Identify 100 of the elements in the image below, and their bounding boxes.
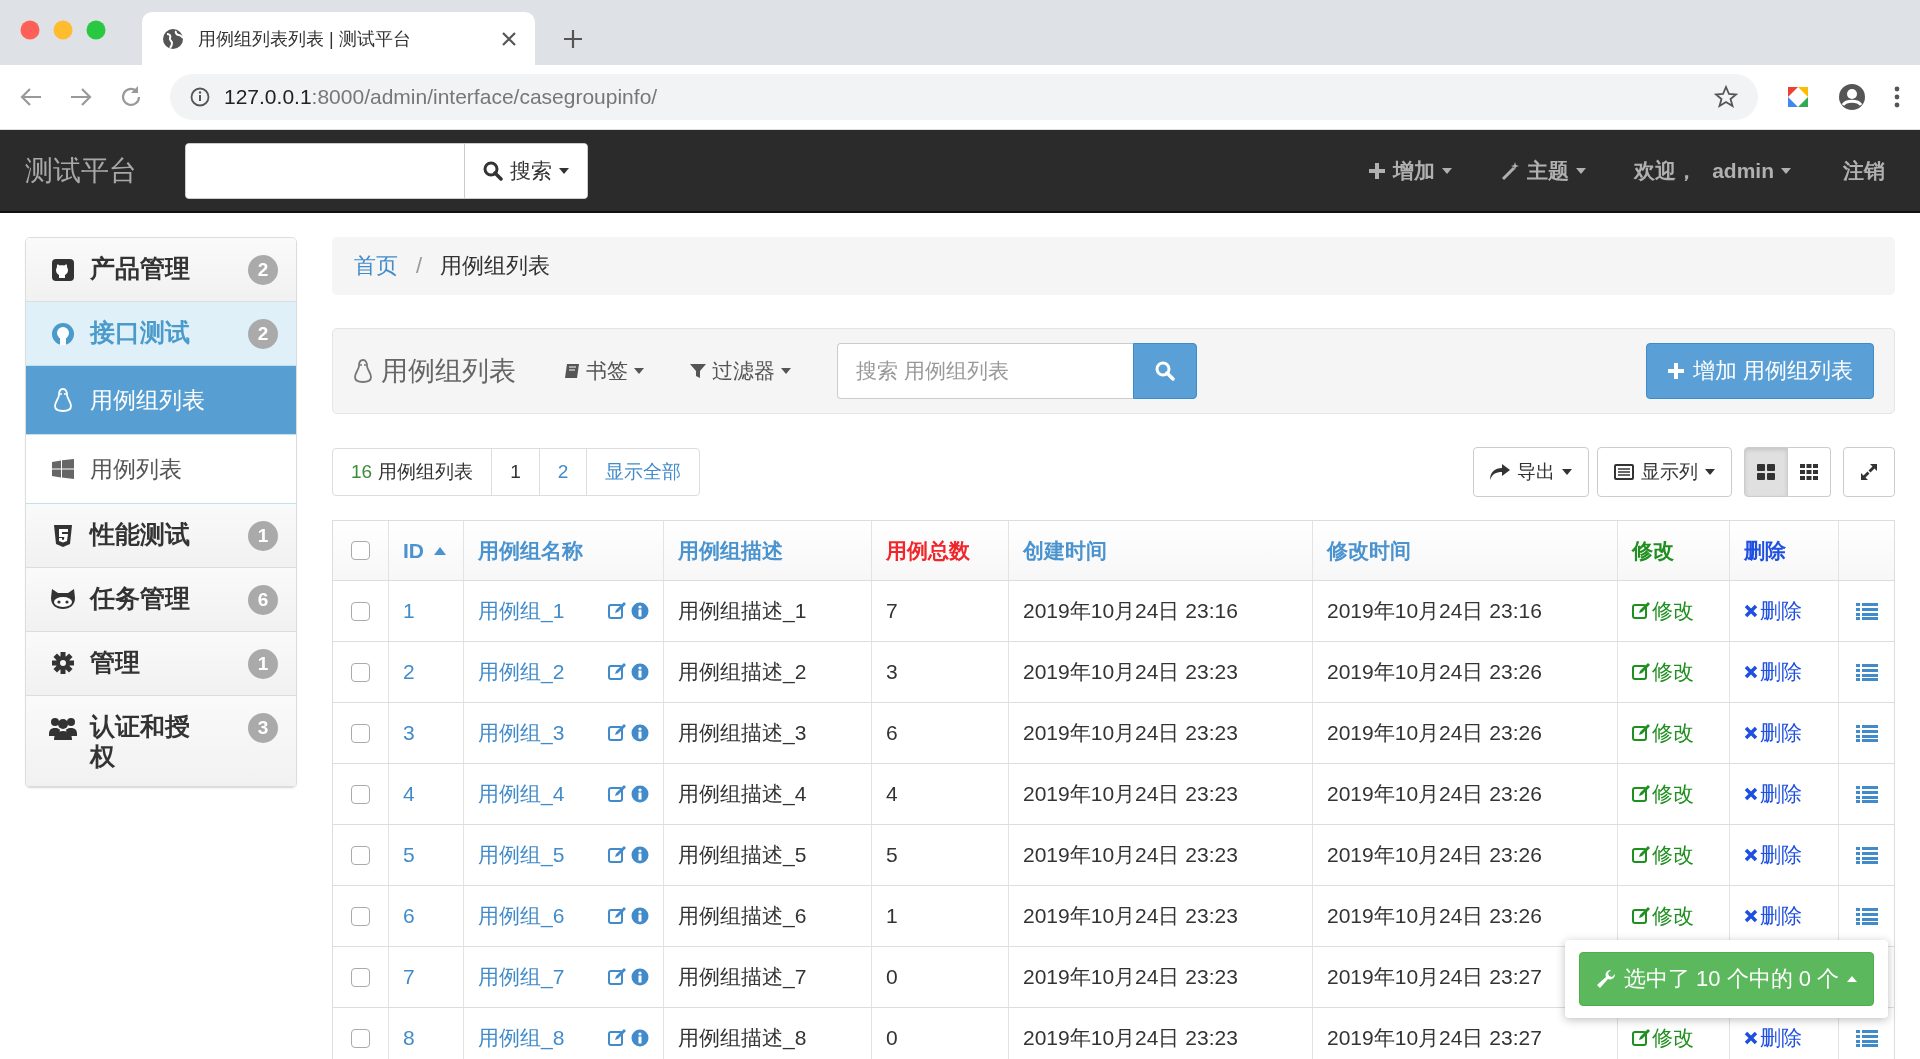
brand-title[interactable]: 测试平台 — [25, 151, 137, 190]
edit-icon[interactable] — [608, 663, 626, 681]
list-icon[interactable] — [1855, 785, 1878, 803]
name-link[interactable]: 用例组_1 — [478, 597, 565, 625]
sidebar-subitem[interactable]: 用例列表 — [26, 435, 296, 504]
sidebar-item[interactable]: 管理 1 — [26, 632, 296, 696]
edit-icon[interactable] — [608, 968, 626, 986]
id-link[interactable]: 4 — [403, 782, 415, 806]
edit-link[interactable]: 修改 — [1632, 780, 1694, 808]
filter-dropdown[interactable]: 过滤器 — [690, 357, 791, 385]
row-checkbox[interactable] — [351, 906, 370, 926]
window-control-icon[interactable] — [20, 19, 40, 40]
delete-link[interactable]: 删除 — [1744, 1024, 1802, 1052]
info-icon[interactable] — [631, 907, 649, 925]
back-icon[interactable] — [20, 87, 42, 107]
list-icon[interactable] — [1855, 1029, 1878, 1047]
id-link[interactable]: 3 — [403, 721, 415, 745]
id-link[interactable]: 7 — [403, 965, 415, 989]
profile-icon[interactable] — [1838, 83, 1866, 111]
add-button[interactable]: 增加 用例组列表 — [1645, 343, 1874, 399]
columns-button[interactable]: 显示列 — [1597, 447, 1732, 497]
show-all-link[interactable]: 显示全部 — [586, 449, 700, 495]
edit-icon[interactable] — [608, 724, 626, 742]
row-checkbox[interactable] — [351, 845, 370, 865]
column-header[interactable]: 修改时间 — [1327, 536, 1411, 565]
bookmarks-dropdown[interactable]: 书签 — [564, 357, 644, 385]
name-link[interactable]: 用例组_8 — [478, 1024, 565, 1052]
edit-link[interactable]: 修改 — [1632, 841, 1694, 869]
row-checkbox[interactable] — [351, 1028, 370, 1048]
list-icon[interactable] — [1855, 663, 1878, 681]
sidebar-subitem[interactable]: 用例组列表 — [26, 366, 296, 435]
column-header[interactable]: 用例总数 — [886, 536, 970, 565]
nav-menu[interactable]: 增加 — [1368, 156, 1453, 185]
export-button[interactable]: 导出 — [1473, 447, 1589, 497]
fullscreen-button[interactable] — [1843, 447, 1895, 497]
name-link[interactable]: 用例组_2 — [478, 658, 565, 686]
info-icon[interactable] — [631, 602, 649, 620]
info-icon[interactable] — [631, 846, 649, 864]
sidebar-item[interactable]: 性能测试 1 — [26, 504, 296, 568]
extension-icon[interactable] — [1786, 85, 1810, 109]
search-button[interactable] — [1133, 343, 1197, 399]
sidebar-item[interactable]: 产品管理 2 — [26, 238, 296, 302]
info-icon[interactable] — [631, 785, 649, 803]
close-icon[interactable] — [501, 30, 517, 47]
name-link[interactable]: 用例组_6 — [478, 902, 565, 930]
breadcrumb-link[interactable]: 首页 — [354, 251, 398, 281]
edit-icon[interactable] — [608, 1029, 626, 1047]
column-header[interactable]: 用例组描述 — [678, 536, 783, 565]
edit-link[interactable]: 修改 — [1632, 719, 1694, 747]
list-icon[interactable] — [1855, 846, 1878, 864]
column-header[interactable]: 修改 — [1632, 536, 1674, 565]
list-icon[interactable] — [1855, 907, 1878, 925]
edit-icon[interactable] — [608, 907, 626, 925]
new-tab-icon[interactable] — [563, 29, 583, 49]
row-checkbox[interactable] — [351, 601, 370, 621]
search-field[interactable]: 搜索 用例组列表 — [837, 343, 1133, 399]
sidebar-item[interactable]: 认证和授权 3 — [26, 696, 296, 787]
view-toggle[interactable] — [1744, 447, 1788, 497]
edit-icon[interactable] — [608, 846, 626, 864]
list-icon[interactable] — [1855, 602, 1878, 620]
delete-link[interactable]: 删除 — [1744, 902, 1802, 930]
delete-link[interactable]: 删除 — [1744, 780, 1802, 808]
id-link[interactable]: 5 — [403, 843, 415, 867]
forward-icon[interactable] — [70, 87, 92, 107]
id-link[interactable]: 8 — [403, 1026, 415, 1050]
id-link[interactable]: 2 — [403, 660, 415, 684]
search-field[interactable] — [186, 143, 465, 198]
edit-link[interactable]: 修改 — [1632, 658, 1694, 686]
name-link[interactable]: 用例组_5 — [478, 841, 565, 869]
delete-link[interactable]: 删除 — [1744, 658, 1802, 686]
column-header[interactable]: 用例组名称 — [478, 536, 583, 565]
edit-link[interactable]: 修改 — [1632, 1024, 1694, 1052]
address-bar[interactable]: 127.0.0.1:8000/admin/interface/casegroupinfo/ — [170, 74, 1758, 120]
column-header[interactable]: 创建时间 — [1023, 536, 1107, 565]
logout-link[interactable]: 注销 — [1843, 156, 1885, 185]
row-checkbox[interactable] — [351, 967, 370, 987]
delete-link[interactable]: 删除 — [1744, 719, 1802, 747]
star-icon[interactable] — [1714, 85, 1738, 109]
selection-actions-button[interactable]: 选中了 10 个中的 0 个 — [1579, 952, 1875, 1006]
list-icon[interactable] — [1855, 724, 1878, 742]
select-all-checkbox[interactable] — [351, 541, 370, 560]
info-icon[interactable] — [631, 663, 649, 681]
info-icon[interactable] — [631, 1029, 649, 1047]
delete-link[interactable]: 删除 — [1744, 841, 1802, 869]
page-link[interactable]: 1 — [491, 449, 539, 495]
browser-tab[interactable]: 用例组列表列表 | 测试平台 — [142, 12, 535, 65]
info-icon[interactable] — [631, 968, 649, 986]
edit-link[interactable]: 修改 — [1632, 902, 1694, 930]
edit-link[interactable]: 修改 — [1632, 597, 1694, 625]
delete-link[interactable]: 删除 — [1744, 597, 1802, 625]
info-icon[interactable] — [631, 724, 649, 742]
column-header[interactable]: ID — [403, 538, 424, 563]
nav-menu[interactable]: 欢迎， admin — [1634, 156, 1791, 185]
row-checkbox[interactable] — [351, 662, 370, 682]
name-link[interactable]: 用例组_4 — [478, 780, 565, 808]
nav-menu[interactable]: 主题 — [1500, 156, 1587, 185]
id-link[interactable]: 6 — [403, 904, 415, 928]
reload-icon[interactable] — [120, 86, 142, 108]
view-toggle[interactable] — [1788, 447, 1831, 497]
edit-icon[interactable] — [608, 785, 626, 803]
